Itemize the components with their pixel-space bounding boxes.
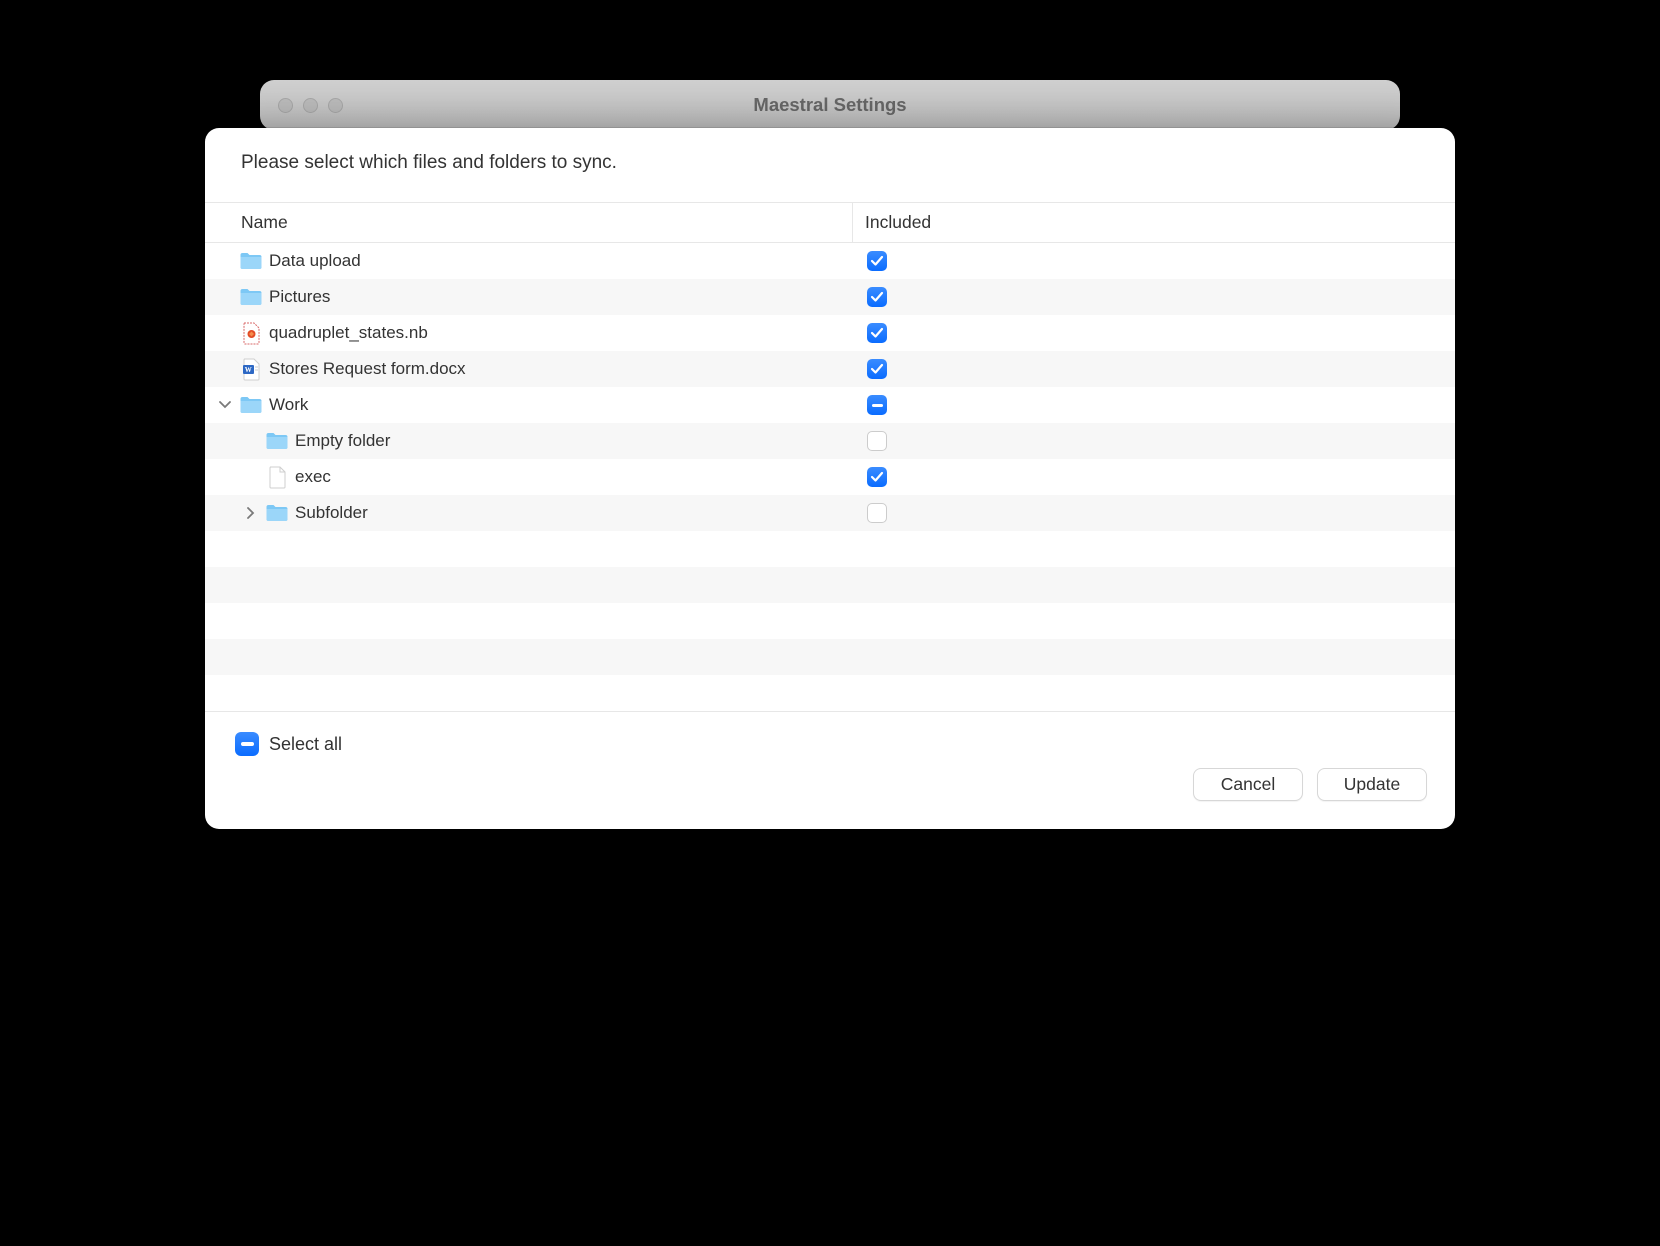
cell-included [852,431,887,451]
table-row[interactable]: Pictures [205,279,1455,315]
empty-row [205,675,1455,711]
titlebar: Maestral Settings [260,80,1400,130]
table-row[interactable]: Empty folder [205,423,1455,459]
sheet-footer: Cancel Update [205,764,1455,829]
item-name: Stores Request form.docx [269,359,466,379]
item-name: Pictures [269,287,330,307]
cell-included [852,503,887,523]
cancel-button[interactable]: Cancel [1193,768,1303,801]
disclosure-open-icon[interactable] [217,397,233,413]
empty-row [205,567,1455,603]
item-name: Data upload [269,251,361,271]
folder-icon [239,249,263,273]
table-row[interactable]: Stores Request form.docx [205,351,1455,387]
selective-sync-sheet: Please select which files and folders to… [205,128,1455,829]
cell-name: quadruplet_states.nb [205,321,852,345]
cell-included [852,287,887,307]
item-name: exec [295,467,331,487]
select-all-checkbox[interactable] [235,732,259,756]
include-checkbox[interactable] [867,287,887,307]
cell-name: Work [205,393,852,417]
item-name: quadruplet_states.nb [269,323,428,343]
cell-name: Data upload [205,249,852,273]
file-tree: Data upload Pictures quadruplet_states.nb S… [205,243,1455,711]
include-checkbox[interactable] [867,395,887,415]
table-row[interactable]: Work [205,387,1455,423]
cell-name: Stores Request form.docx [205,357,852,381]
word-file-icon [239,357,263,381]
column-header-included[interactable]: Included [852,203,1455,242]
folder-icon [239,285,263,309]
cell-name: Empty folder [205,429,852,453]
mathematica-file-icon [239,321,263,345]
table-row[interactable]: Subfolder [205,495,1455,531]
folder-icon [265,429,289,453]
empty-row [205,531,1455,567]
empty-row [205,603,1455,639]
table-row[interactable]: exec [205,459,1455,495]
disclosure-closed-icon[interactable] [243,505,259,521]
cell-included [852,251,887,271]
item-name: Empty folder [295,431,390,451]
folder-icon [239,393,263,417]
settings-window: Maestral Settings Please select which fi… [260,80,1400,130]
include-checkbox[interactable] [867,467,887,487]
include-checkbox[interactable] [867,323,887,343]
item-name: Subfolder [295,503,368,523]
include-checkbox[interactable] [867,431,887,451]
table-row[interactable]: quadruplet_states.nb [205,315,1455,351]
update-button[interactable]: Update [1317,768,1427,801]
select-all-label: Select all [269,734,342,755]
cell-included [852,359,887,379]
include-checkbox[interactable] [867,503,887,523]
column-header-name[interactable]: Name [205,203,852,242]
include-checkbox[interactable] [867,359,887,379]
item-name: Work [269,395,308,415]
select-all-row: Select all [205,711,1455,764]
folder-icon [265,501,289,525]
empty-row [205,639,1455,675]
cell-name: Pictures [205,285,852,309]
window-title: Maestral Settings [260,94,1400,116]
cell-name: Subfolder [205,501,852,525]
sheet-instruction: Please select which files and folders to… [205,128,1455,203]
cell-included [852,395,887,415]
cell-included [852,323,887,343]
table-row[interactable]: Data upload [205,243,1455,279]
file-icon [265,465,289,489]
table-header: Name Included [205,203,1455,243]
cell-included [852,467,887,487]
include-checkbox[interactable] [867,251,887,271]
cell-name: exec [205,465,852,489]
